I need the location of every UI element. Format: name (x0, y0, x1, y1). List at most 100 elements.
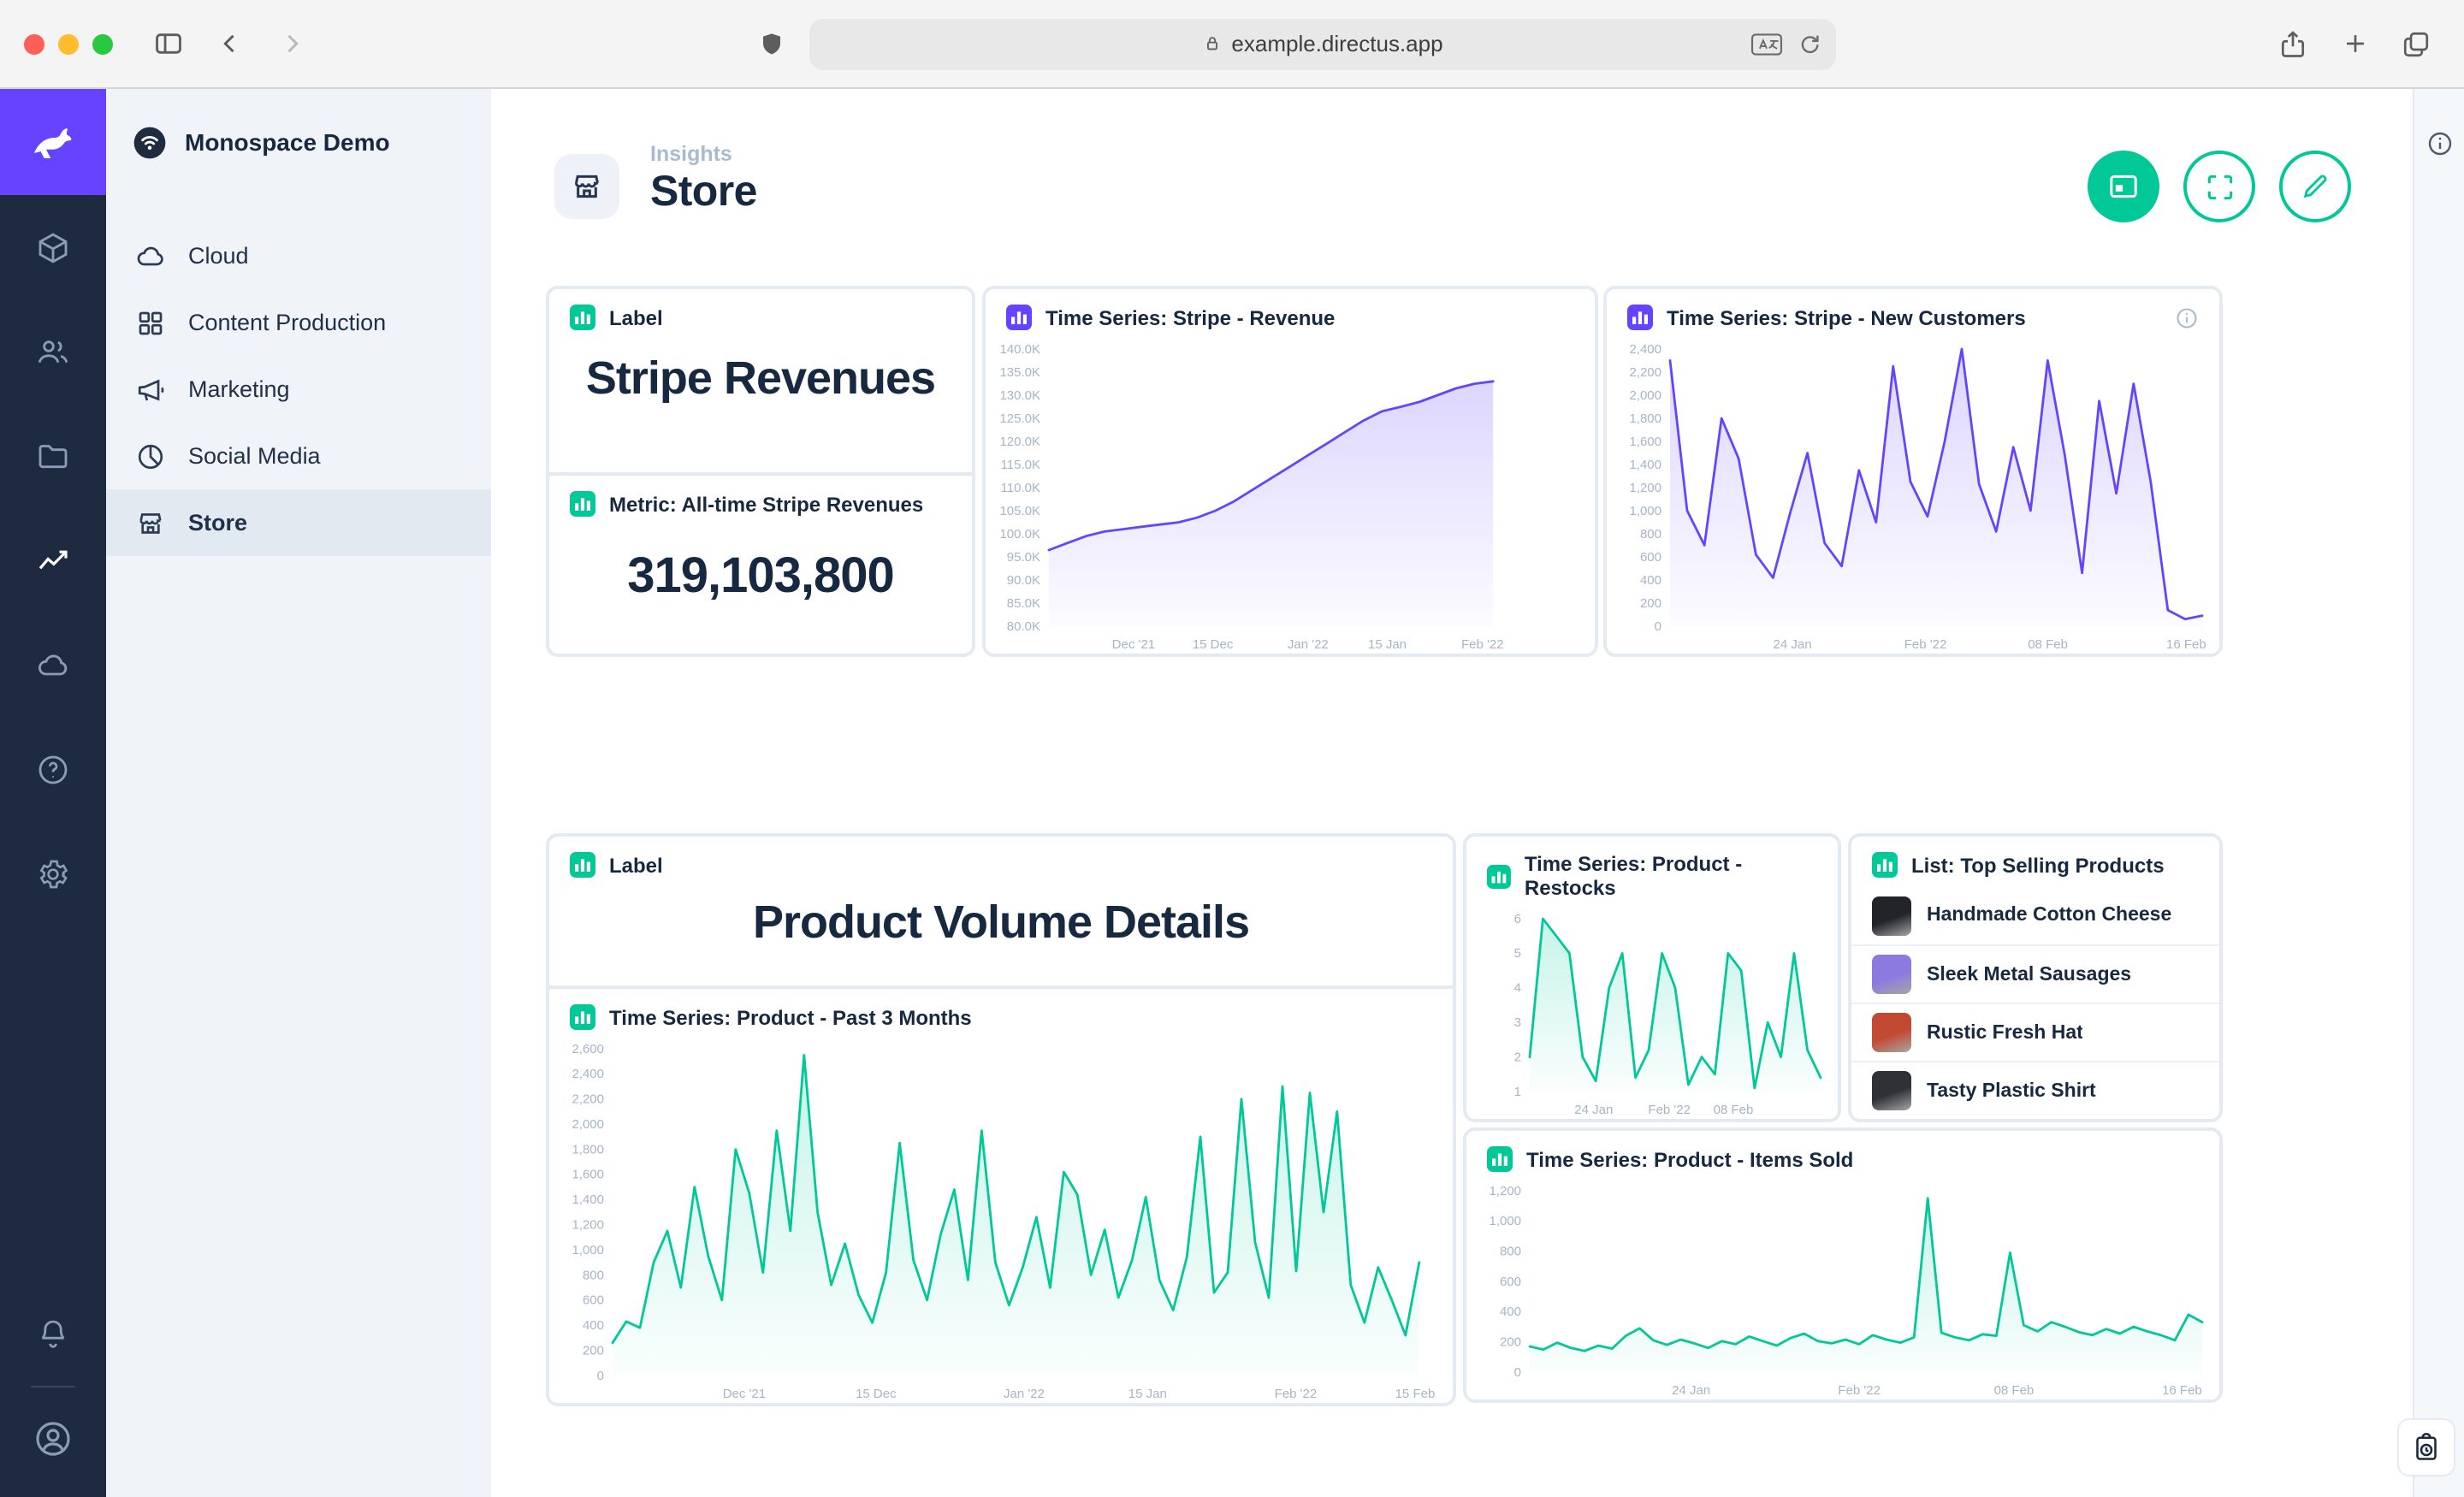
product-name: Sleek Metal Sausages (1927, 964, 2131, 985)
close-window-button[interactable] (24, 33, 44, 54)
svg-text:1,800: 1,800 (572, 1142, 604, 1157)
svg-text:1,600: 1,600 (572, 1168, 604, 1182)
stripe-new-customers-chart: 2,4002,2002,0001,8001,6001,4001,2001,000… (1607, 339, 2219, 654)
svg-text:95.0K: 95.0K (1007, 550, 1040, 565)
directus-logo[interactable] (0, 89, 106, 195)
chevron-right-icon (276, 29, 305, 58)
svg-text:400: 400 (1640, 573, 1661, 588)
translate-icon[interactable] (1750, 32, 1783, 56)
info-drawer-button[interactable] (2426, 130, 2453, 157)
svg-text:Feb '22: Feb '22 (1275, 1387, 1318, 1401)
panel-type-icon (1627, 305, 1653, 330)
info-icon[interactable] (2175, 305, 2199, 329)
panel-stripe-new-customers: Time Series: Stripe - New Customers 2,40… (1603, 286, 2223, 657)
svg-text:15 Dec: 15 Dec (856, 1387, 897, 1401)
breadcrumb[interactable]: Insights (650, 142, 757, 166)
panel-type-icon (570, 305, 595, 330)
svg-text:16 Feb: 16 Feb (2166, 637, 2206, 652)
module-files-button[interactable] (0, 404, 106, 508)
product-thumbnail (1872, 896, 1911, 935)
product-name: Handmade Cotton Cheese (1927, 905, 2171, 926)
sidebar-item-label: Content Production (188, 310, 386, 335)
panel-type-icon (570, 1004, 595, 1030)
svg-text:1,000: 1,000 (572, 1243, 604, 1257)
dashboard-icon-badge (554, 154, 619, 219)
edit-button[interactable] (2279, 151, 2351, 222)
project-switcher[interactable]: Monospace Demo (106, 89, 491, 195)
plus-icon (2340, 29, 2369, 58)
svg-text:100.0K: 100.0K (999, 527, 1040, 541)
present-icon (2106, 169, 2141, 204)
svg-text:1,000: 1,000 (1629, 504, 1661, 518)
svg-text:15 Jan: 15 Jan (1368, 637, 1407, 652)
list-item: Tasty Plastic Shirt (1851, 1061, 2219, 1119)
panel-stripe-label-metric: Label Stripe Revenues Metric: All-time S… (546, 286, 975, 657)
sidebar-item-content-production[interactable]: Content Production (106, 289, 491, 356)
product-name: Tasty Plastic Shirt (1927, 1080, 2096, 1101)
present-button[interactable] (2088, 151, 2159, 222)
sidebar-item-label: Store (188, 510, 247, 535)
module-collections-button[interactable] (0, 195, 106, 299)
zoom-window-button[interactable] (92, 33, 113, 54)
back-button[interactable] (205, 20, 253, 68)
svg-text:125.0K: 125.0K (999, 411, 1040, 426)
minimize-window-button[interactable] (58, 33, 79, 54)
panel-header: Metric: All-time Stripe Revenues (609, 492, 923, 516)
panel-product-items-sold: Time Series: Product - Items Sold 1,2001… (1463, 1127, 2223, 1403)
address-bar[interactable]: example.directus.app (809, 18, 1836, 69)
svg-text:80.0K: 80.0K (1007, 619, 1040, 634)
svg-text:600: 600 (1500, 1275, 1521, 1289)
cloud-icon (135, 240, 166, 271)
svg-text:08 Feb: 08 Feb (1714, 1103, 1754, 1117)
notifications-button[interactable] (0, 1293, 106, 1376)
svg-text:1,200: 1,200 (1629, 481, 1661, 495)
sidebar-item-label: Cloud (188, 243, 249, 269)
fullscreen-button[interactable] (2183, 151, 2255, 222)
help-icon (36, 752, 70, 786)
forward-button[interactable] (267, 20, 315, 68)
module-insights-button[interactable] (0, 508, 106, 612)
svg-text:0: 0 (597, 1369, 604, 1383)
panel-type-icon (570, 852, 595, 878)
svg-text:2,000: 2,000 (1629, 388, 1661, 403)
sidebar-toggle-button[interactable] (144, 20, 192, 68)
sidebar-item-store[interactable]: Store (106, 489, 491, 556)
app-body: Monospace Demo Cloud Content Production … (0, 89, 2464, 1497)
reload-icon[interactable] (1797, 31, 1822, 56)
project-icon (132, 124, 168, 160)
module-cloud-button[interactable] (0, 612, 106, 717)
tab-overview-button[interactable] (2392, 20, 2440, 68)
storefront-icon (570, 169, 604, 204)
user-menu-button[interactable] (0, 1398, 106, 1480)
module-settings-button[interactable] (0, 821, 106, 926)
header-actions (2088, 151, 2351, 222)
svg-text:130.0K: 130.0K (999, 388, 1040, 403)
rabbit-logo-icon (24, 113, 82, 171)
share-button[interactable] (2269, 20, 2317, 68)
right-sidebar-strip (2413, 89, 2464, 1497)
svg-text:0: 0 (1655, 619, 1661, 634)
svg-text:800: 800 (1640, 527, 1661, 541)
new-tab-button[interactable] (2331, 20, 2378, 68)
svg-text:Dec '21: Dec '21 (1112, 637, 1155, 652)
svg-text:24 Jan: 24 Jan (1774, 637, 1812, 652)
svg-text:110.0K: 110.0K (1001, 481, 1040, 495)
sidebar-item-cloud[interactable]: Cloud (106, 222, 491, 289)
module-help-button[interactable] (0, 717, 106, 821)
cube-icon (36, 230, 70, 264)
panel-type-icon (1006, 305, 1032, 330)
insights-dashboard: Insights Store Label (491, 89, 2413, 1497)
svg-text:Jan '22: Jan '22 (1288, 637, 1329, 652)
module-bar (0, 89, 106, 1497)
module-users-button[interactable] (0, 299, 106, 404)
label-text: Stripe Revenues (549, 352, 972, 405)
svg-text:1,600: 1,600 (1629, 435, 1661, 449)
storefront-icon (135, 507, 166, 538)
shield-icon (758, 30, 785, 57)
sidebar-item-social-media[interactable]: Social Media (106, 423, 491, 489)
activity-log-button[interactable] (2397, 1418, 2455, 1476)
list-item: Sleek Metal Sausages (1851, 944, 2219, 1003)
privacy-shield-button[interactable] (748, 20, 796, 68)
sidebar-item-marketing[interactable]: Marketing (106, 356, 491, 423)
pie-chart-icon (135, 441, 166, 471)
